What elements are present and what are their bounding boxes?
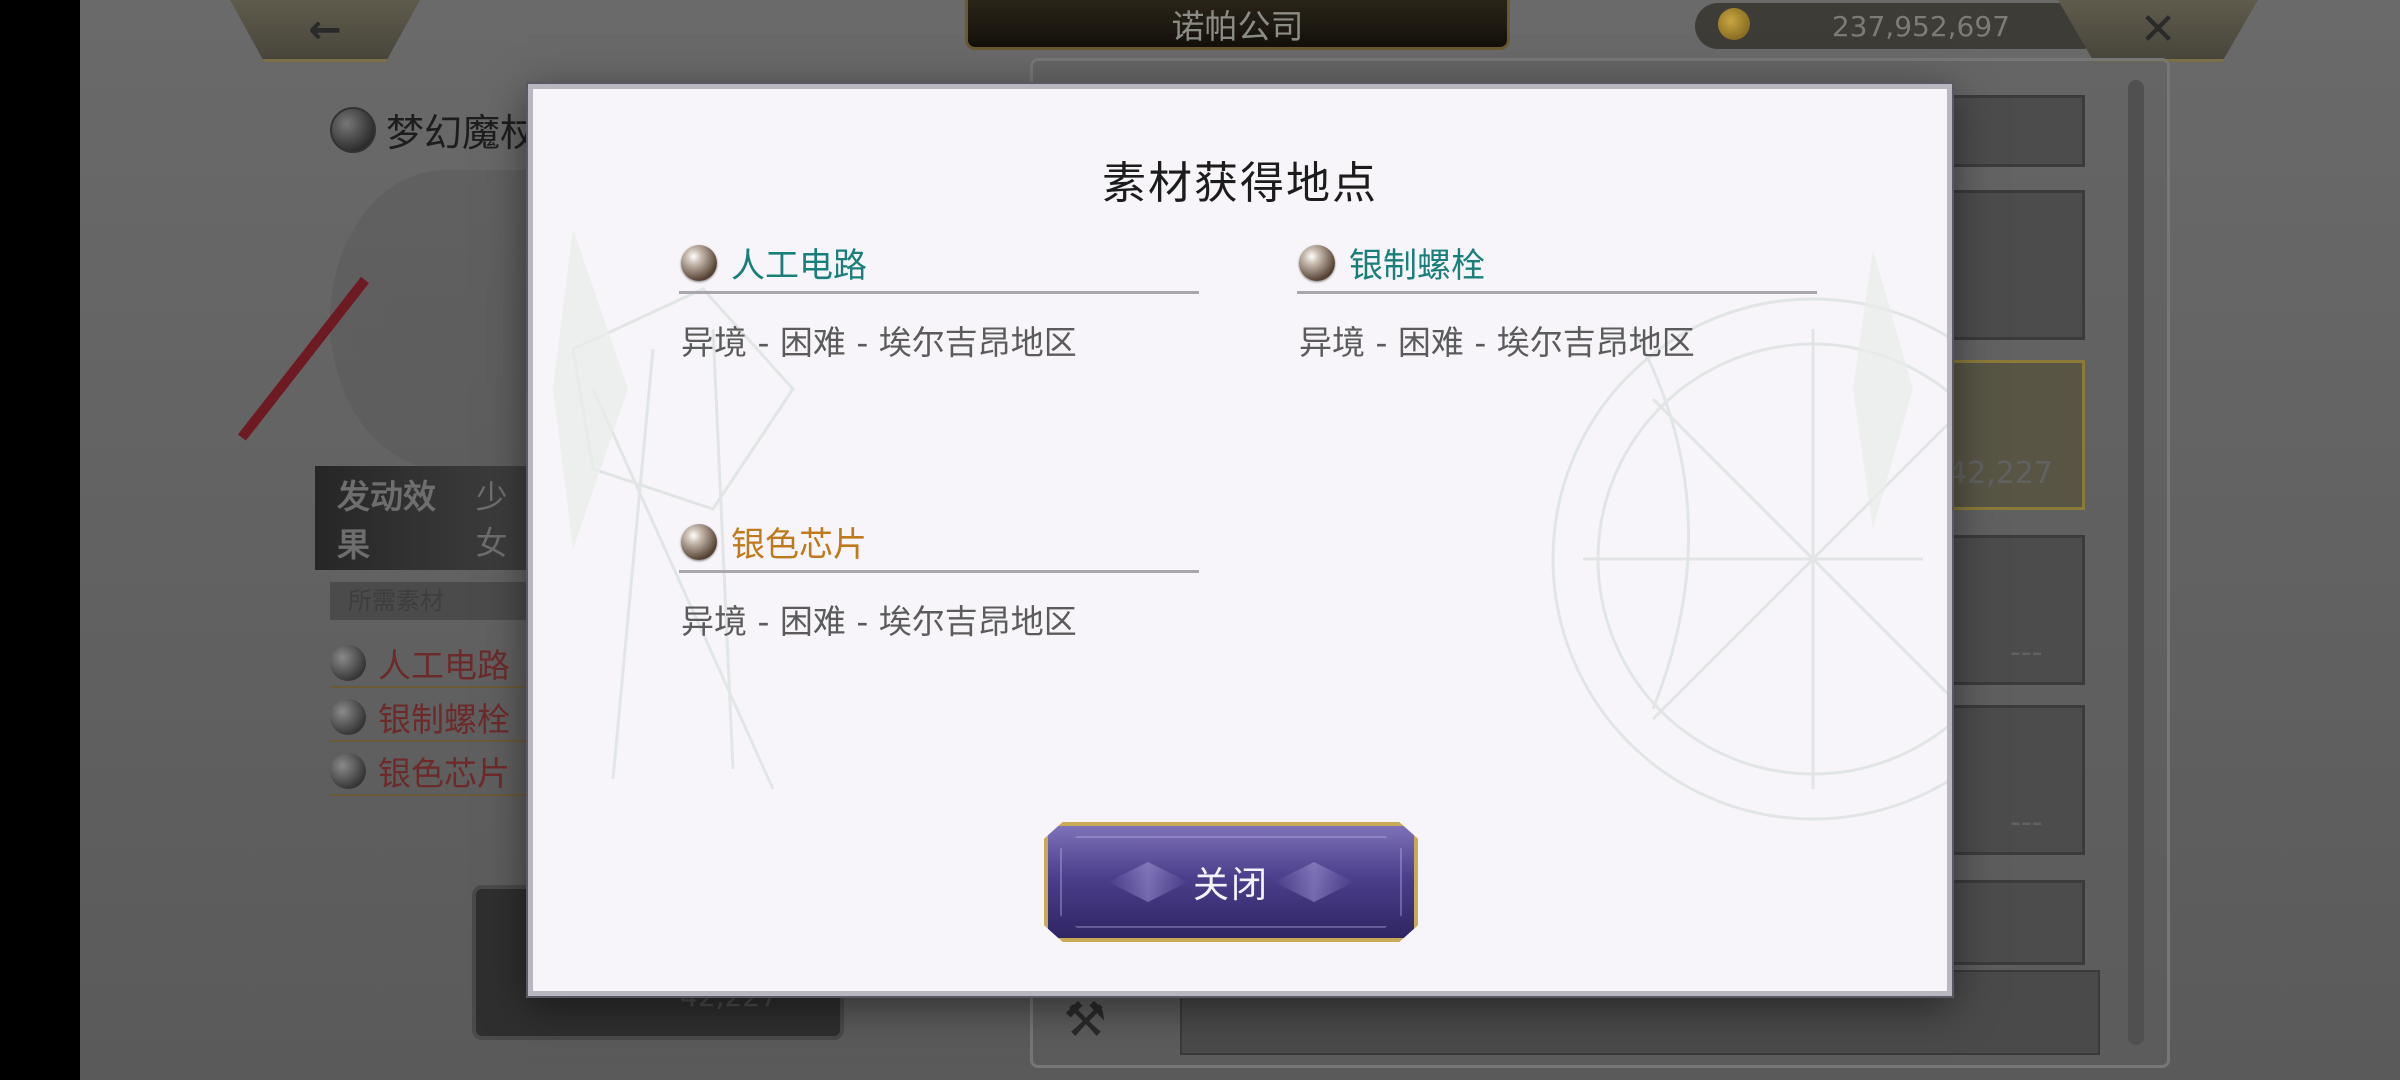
material-source-item: 银色芯片 异境 - 困难 - 埃尔吉昂地区 bbox=[679, 513, 1199, 643]
back-arrow-icon: ← bbox=[308, 6, 342, 53]
material-row[interactable]: 银制螺栓 bbox=[330, 694, 535, 742]
button-ornament-left bbox=[1108, 862, 1188, 902]
material-orb-icon bbox=[330, 645, 366, 681]
material-name: 人工电路 bbox=[731, 246, 867, 286]
dialog-title: 素材获得地点 bbox=[1102, 158, 1378, 209]
shop-title-bar: 诺帕公司 bbox=[965, 0, 1510, 50]
material-orb-icon bbox=[1299, 244, 1335, 281]
material-header: 人工电路 bbox=[679, 234, 1199, 294]
material-orb-icon bbox=[681, 523, 717, 560]
material-header: 银制螺栓 bbox=[1297, 234, 1817, 294]
item-type-icon bbox=[330, 106, 376, 153]
left-black-bar bbox=[0, 0, 80, 1080]
currency-display: 237,952,697 bbox=[1695, 3, 2105, 49]
close-button-label: 关闭 bbox=[1192, 865, 1269, 906]
material-orb-icon bbox=[330, 753, 366, 789]
material-location[interactable]: 异境 - 困难 - 埃尔吉昂地区 bbox=[679, 595, 1199, 643]
material-name: 人工电路 bbox=[378, 646, 510, 685]
shop-title: 诺帕公司 bbox=[1171, 6, 1304, 46]
material-orb-icon bbox=[681, 244, 717, 281]
close-x-icon: ✕ bbox=[2139, 4, 2177, 55]
material-location[interactable]: 异境 - 困难 - 埃尔吉昂地区 bbox=[679, 316, 1199, 364]
effect-label: 发动效果 bbox=[337, 477, 436, 564]
material-orb-icon bbox=[330, 699, 366, 735]
effect-value: 少女 bbox=[475, 478, 508, 562]
material-name: 银制螺栓 bbox=[378, 700, 510, 739]
effect-bar: 发动效果 少女 bbox=[315, 466, 535, 570]
material-source-item: 人工电路 异境 - 困难 - 埃尔吉昂地区 bbox=[679, 234, 1199, 364]
currency-amount: 237,952,697 bbox=[1831, 9, 2010, 43]
list-scrollbar[interactable] bbox=[2128, 80, 2144, 1045]
slot-price: 42,227 bbox=[1948, 456, 2053, 491]
material-name: 银色芯片 bbox=[731, 525, 867, 565]
material-location[interactable]: 异境 - 困难 - 埃尔吉昂地区 bbox=[1297, 316, 1817, 364]
material-source-item: 银制螺栓 异境 - 困难 - 埃尔吉昂地区 bbox=[1297, 234, 1817, 364]
button-ornament-right bbox=[1274, 862, 1354, 902]
materials-header: 所需素材 bbox=[330, 582, 535, 620]
item-title: 梦幻魔杖 bbox=[330, 102, 538, 157]
coin-icon bbox=[1718, 8, 1750, 40]
item-name: 梦幻魔杖 bbox=[386, 111, 539, 155]
material-name: 银制螺栓 bbox=[1349, 246, 1485, 286]
material-source-dialog: 素材获得地点 人工电路 异境 - 困难 - 埃尔吉昂地区 银制螺栓 异境 - 困… bbox=[528, 84, 1952, 996]
material-name: 银色芯片 bbox=[378, 754, 510, 793]
weapon-art bbox=[330, 170, 560, 470]
slot-price: --- bbox=[2010, 635, 2043, 670]
slot-price: --- bbox=[2010, 805, 2043, 840]
close-button[interactable]: 关闭 bbox=[1044, 822, 1418, 942]
material-row[interactable]: 人工电路 bbox=[330, 640, 535, 688]
material-header: 银色芯片 bbox=[679, 513, 1199, 573]
material-row[interactable]: 银色芯片 bbox=[330, 748, 535, 796]
